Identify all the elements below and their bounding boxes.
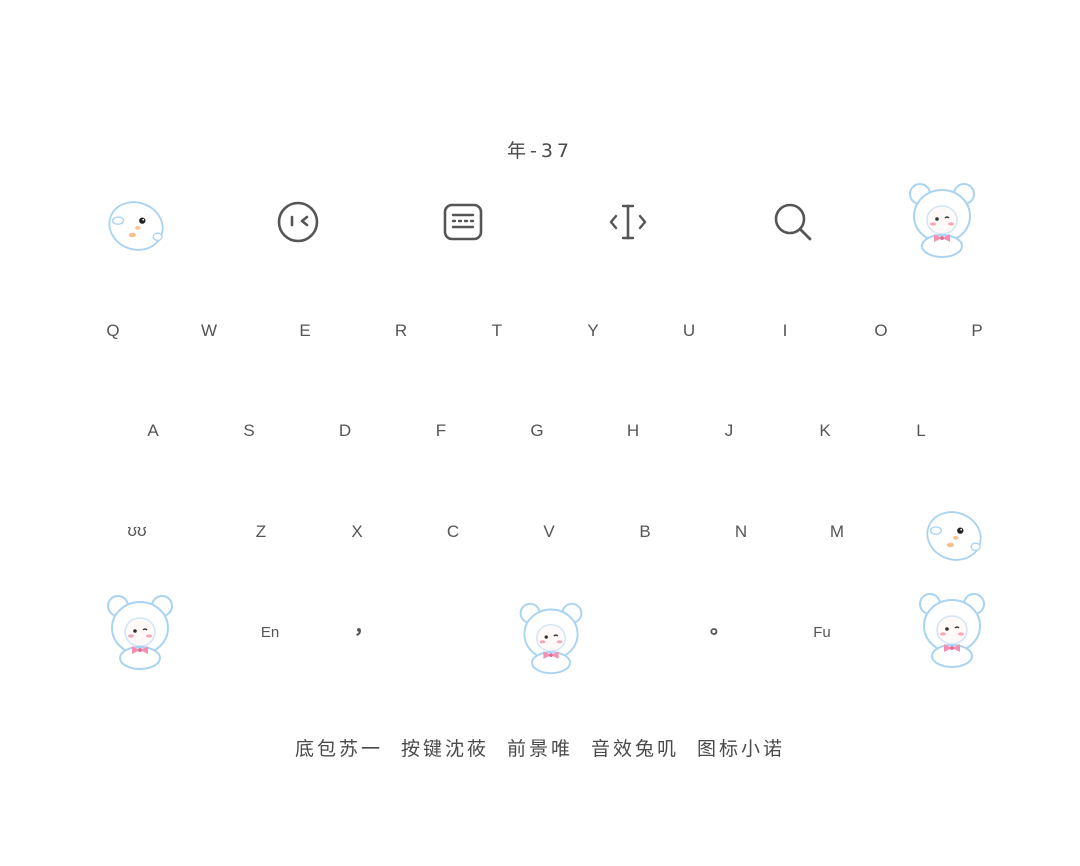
key-l[interactable]: L — [891, 416, 951, 446]
search-icon[interactable] — [763, 192, 823, 252]
bear-mascot-icon[interactable] — [902, 180, 982, 260]
credit-sound: 音效兔叽 — [591, 738, 680, 760]
emoji-face-icon[interactable] — [268, 192, 328, 252]
key-a[interactable]: A — [123, 416, 183, 446]
key-q[interactable]: Q — [83, 316, 143, 346]
key-y[interactable]: Y — [563, 316, 623, 346]
key-o[interactable]: O — [851, 316, 911, 346]
key-f[interactable]: F — [411, 416, 471, 446]
backspace-seal-icon[interactable] — [918, 500, 990, 572]
en-key[interactable]: En — [240, 618, 300, 648]
credit-keys: 按键沈莜 — [400, 738, 489, 760]
shift-key[interactable]: ʊʊ — [107, 516, 167, 546]
key-s[interactable]: S — [219, 416, 279, 446]
key-g[interactable]: G — [507, 416, 567, 446]
key-x[interactable]: X — [327, 517, 387, 547]
key-v[interactable]: V — [519, 517, 579, 547]
comma-key[interactable]: ， — [334, 612, 394, 642]
key-h[interactable]: H — [603, 416, 663, 446]
key-p[interactable]: P — [947, 316, 1007, 346]
key-u[interactable]: U — [659, 316, 719, 346]
key-j[interactable]: J — [699, 416, 759, 446]
credit-foreground: 前景唯 — [506, 738, 573, 760]
key-k[interactable]: K — [795, 416, 855, 446]
key-b[interactable]: B — [615, 517, 675, 547]
enter-bear-icon[interactable] — [912, 590, 992, 670]
key-z[interactable]: Z — [231, 517, 291, 547]
key-r[interactable]: R — [371, 316, 431, 346]
key-d[interactable]: D — [315, 416, 375, 446]
space-bear-icon[interactable] — [513, 600, 589, 676]
text-cursor-icon[interactable] — [598, 192, 658, 252]
page-title: 年-37 — [506, 140, 574, 162]
key-w[interactable]: W — [179, 316, 239, 346]
key-e[interactable]: E — [275, 316, 335, 346]
key-c[interactable]: C — [423, 517, 483, 547]
key-n[interactable]: N — [711, 517, 771, 547]
fu-key[interactable]: Fu — [792, 618, 852, 648]
credit-base: 底包苏一 — [294, 738, 383, 760]
keyboard-icon[interactable] — [433, 192, 493, 252]
period-key[interactable]: 。 — [690, 612, 750, 642]
key-t[interactable]: T — [467, 316, 527, 346]
key-i[interactable]: I — [755, 316, 815, 346]
key-m[interactable]: M — [807, 517, 867, 547]
credit-icons: 图标小诺 — [697, 738, 786, 760]
credits-bar: 底包苏一 按键沈莜 前景唯 音效兔叽 图标小诺 — [0, 734, 1080, 761]
symbol-bear-icon[interactable] — [100, 592, 180, 672]
seal-mascot-icon[interactable] — [100, 190, 172, 262]
